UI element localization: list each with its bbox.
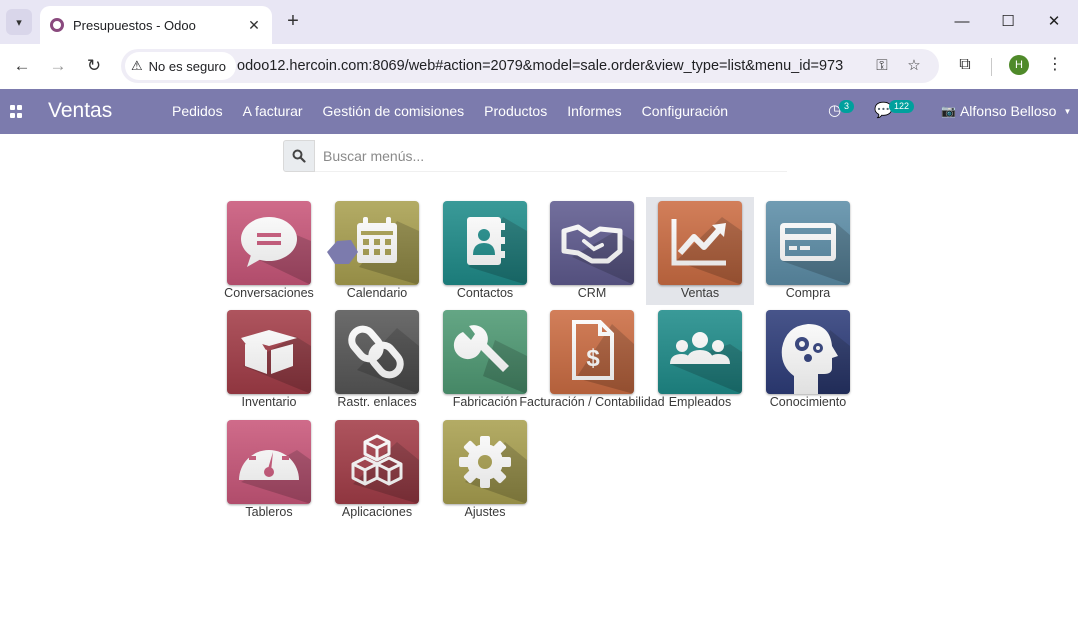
app-conocimiento[interactable]: Conocimiento <box>754 306 862 414</box>
address-bar[interactable]: ⚠ No es seguro odoo12.hercoin.com:8069/w… <box>121 49 939 83</box>
app-title[interactable]: Ventas <box>48 99 112 123</box>
address-book-icon <box>467 217 527 285</box>
link-icon <box>348 325 419 394</box>
close-icon[interactable]: ✕ <box>1039 9 1069 35</box>
wrench-icon <box>453 325 527 394</box>
cubes-icon <box>351 434 419 504</box>
url-text[interactable]: odoo12.hercoin.com:8069/web#action=2079&… <box>237 58 843 74</box>
activity-badge: 3 <box>839 100 855 113</box>
app-tile <box>227 201 311 285</box>
warning-icon: ⚠ <box>131 58 143 73</box>
back-icon[interactable]: ← <box>8 52 36 80</box>
invoice-icon: $ <box>572 320 634 394</box>
security-label: No es seguro <box>148 58 226 74</box>
maximize-icon[interactable]: ☐ <box>993 9 1023 35</box>
menu-item-a-facturar[interactable]: A facturar <box>243 103 303 119</box>
browser-toolbar: ← → ↻ ⚠ No es seguro odoo12.hercoin.com:… <box>0 44 1078 89</box>
people-icon <box>670 332 742 394</box>
toolbar-separator <box>991 58 992 76</box>
security-chip[interactable]: ⚠ No es seguro <box>125 52 236 80</box>
search-icon[interactable] <box>283 140 315 172</box>
user-menu[interactable]: 📷 Alfonso Belloso ▼ <box>941 103 1071 119</box>
menu-item-productos[interactable]: Productos <box>484 103 547 119</box>
search-menus-input[interactable] <box>315 140 787 172</box>
forward-icon[interactable]: → <box>44 52 72 80</box>
extensions-icon[interactable]: ⧉ <box>953 53 977 77</box>
app-label: Compra <box>785 286 831 300</box>
main-menu: Pedidos A facturar Gestión de comisiones… <box>172 103 748 119</box>
app-ajustes[interactable]: Ajustes <box>431 416 539 524</box>
new-tab-button[interactable]: + <box>281 10 305 34</box>
handshake-icon <box>561 224 634 285</box>
tab-close-icon[interactable]: ✕ <box>244 17 264 34</box>
key-icon[interactable]: ⚿ <box>872 56 892 76</box>
user-name: Alfonso Belloso <box>959 103 1057 119</box>
profile-avatar[interactable]: H <box>1009 55 1029 75</box>
odoo-navbar: Ventas Pedidos A facturar Gestión de com… <box>0 89 1078 134</box>
star-icon[interactable]: ☆ <box>904 56 924 76</box>
tab-title: Presupuestos - Odoo <box>73 17 196 33</box>
messages-badge: 122 <box>889 100 915 113</box>
trending-up-icon <box>671 217 742 285</box>
svg-text:$: $ <box>586 345 600 372</box>
menu-dots-icon[interactable]: ⋮ <box>1043 53 1067 77</box>
head-gears-icon <box>781 324 850 394</box>
reload-icon[interactable]: ↻ <box>80 52 108 80</box>
app-label: Ajustes <box>464 505 506 519</box>
credit-card-icon <box>780 223 850 285</box>
drag-cursor-icon <box>327 240 358 264</box>
odoo-favicon-icon <box>50 18 64 32</box>
app-compra[interactable]: Compra <box>754 197 862 305</box>
menu-item-pedidos[interactable]: Pedidos <box>172 103 223 119</box>
chat-bubble-icon <box>241 217 311 285</box>
caret-down-icon: ▼ <box>1063 106 1072 116</box>
browser-tab-bar: ▾ Presupuestos - Odoo ✕ + — ☐ ✕ <box>0 0 1078 44</box>
apps-menu-icon[interactable] <box>10 105 23 118</box>
minimize-icon[interactable]: — <box>947 9 977 35</box>
menu-item-comisiones[interactable]: Gestión de comisiones <box>323 103 465 119</box>
app-label: Conocimiento <box>769 395 847 409</box>
box-icon <box>241 330 311 394</box>
gear-icon <box>459 436 527 504</box>
tab-search-icon[interactable]: ▾ <box>6 9 32 35</box>
dashboard-icon <box>239 442 311 504</box>
menu-item-informes[interactable]: Informes <box>567 103 621 119</box>
menu-item-configuracion[interactable]: Configuración <box>642 103 728 119</box>
browser-tab[interactable]: Presupuestos - Odoo ✕ <box>40 6 272 44</box>
camera-icon: 📷 <box>941 104 956 118</box>
